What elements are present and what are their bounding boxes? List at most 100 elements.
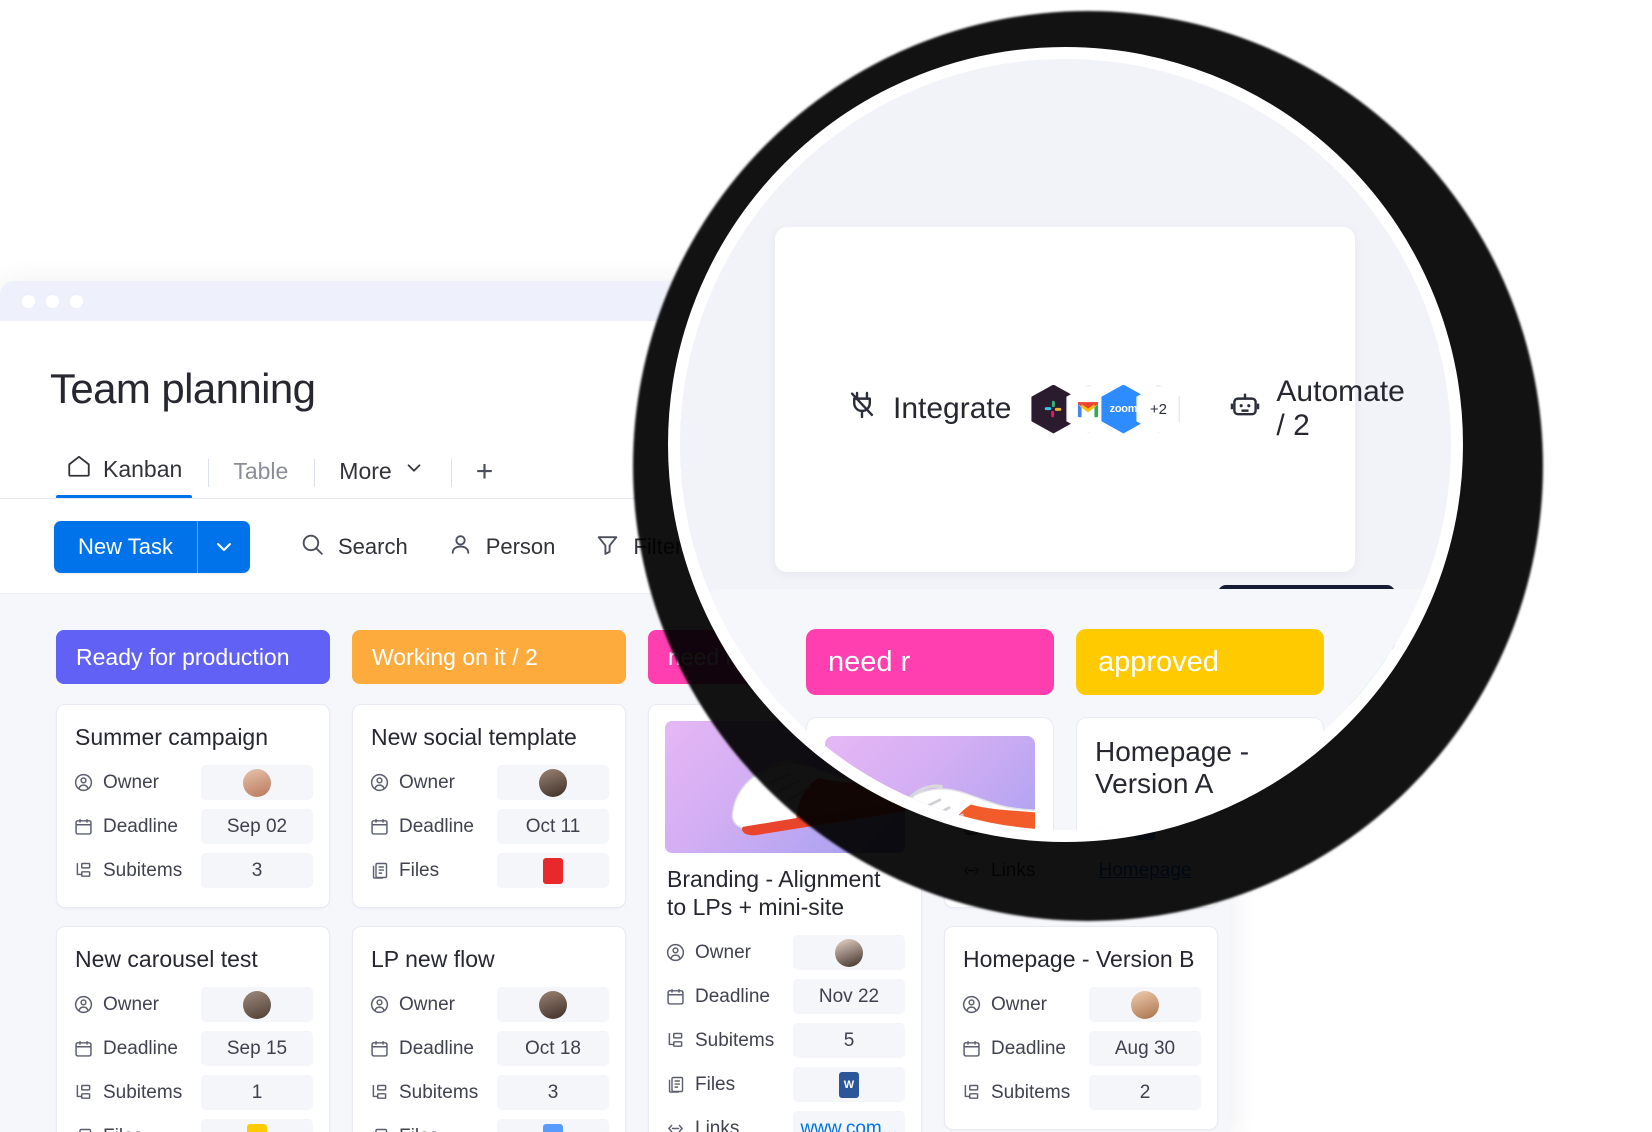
card-field-subitems[interactable]: Subitems 2 bbox=[961, 1075, 1201, 1111]
card-field-deadline[interactable]: Deadline Sep 02 bbox=[73, 809, 313, 845]
card-field-subitems[interactable]: Subitems 3 bbox=[369, 1075, 609, 1111]
card-field-deadline[interactable]: Deadline Aug 30 bbox=[961, 1031, 1201, 1067]
tab-table[interactable]: Table bbox=[223, 458, 310, 499]
kanban-card[interactable]: New social template Owner Deadline Oct 1… bbox=[352, 704, 626, 909]
card-field-value[interactable]: 1 bbox=[201, 1075, 313, 1111]
card-field-deadline[interactable]: Deadline Oct 18 bbox=[369, 1031, 609, 1067]
card-field-deadline[interactable]: Deadline Sep 15 bbox=[73, 1031, 313, 1067]
avatar bbox=[243, 768, 271, 797]
magnified-board: need r Branding - bbox=[708, 589, 1451, 830]
card-field-value[interactable] bbox=[201, 987, 313, 1023]
chevron-down-icon[interactable] bbox=[196, 521, 250, 573]
kanban-column-working-on-it: Working on it / 2 New social template Ow… bbox=[352, 630, 626, 1132]
magnified-column-approved: approved Homepage - Version A Owner File… bbox=[1076, 629, 1324, 830]
card-field-label: Deadline bbox=[103, 1037, 178, 1059]
tab-more[interactable]: More bbox=[329, 457, 446, 499]
card-field-owner[interactable]: Owner bbox=[73, 987, 313, 1023]
card-field-value[interactable] bbox=[201, 765, 313, 801]
kanban-card[interactable]: Branding - Alignment to LPs + mini-site bbox=[806, 717, 1054, 830]
tab-kanban-label: Kanban bbox=[103, 455, 183, 482]
card-field-value[interactable]: 5 bbox=[793, 1023, 905, 1059]
tab-kanban[interactable]: Kanban bbox=[56, 453, 204, 499]
subitems-icon bbox=[73, 1082, 103, 1103]
card-field-value[interactable] bbox=[1089, 987, 1201, 1023]
card-field-owner[interactable]: Owner bbox=[665, 935, 905, 971]
tab-more-label: More bbox=[339, 457, 392, 484]
search-button[interactable]: Search bbox=[280, 532, 428, 563]
calendar-icon bbox=[961, 1038, 991, 1059]
card-field-deadline[interactable]: Deadline Nov 22 bbox=[665, 979, 905, 1015]
window-dot-minimize[interactable] bbox=[46, 294, 59, 308]
avatar bbox=[539, 990, 567, 1019]
kanban-card[interactable]: Summer campaign Owner Deadline Sep 02 Su… bbox=[56, 704, 330, 909]
kanban-card[interactable]: New carousel test Owner Deadline Sep 15 … bbox=[56, 926, 330, 1132]
column-header[interactable]: Ready for production bbox=[56, 630, 330, 684]
card-field-value[interactable] bbox=[497, 853, 609, 889]
pdf-file-icon bbox=[543, 857, 563, 884]
new-task-label: New Task bbox=[78, 534, 173, 559]
automate-button[interactable]: Automate / 2 bbox=[1228, 375, 1405, 443]
word-file-icon: W bbox=[839, 1071, 859, 1098]
card-field-subitems[interactable]: Subitems 5 bbox=[665, 1023, 905, 1059]
column-header[interactable]: need r bbox=[806, 629, 1054, 695]
window-dot-close[interactable] bbox=[22, 294, 35, 308]
card-field-value[interactable]: W bbox=[793, 1067, 905, 1103]
card-field-owner[interactable]: Owner bbox=[73, 765, 313, 801]
tab-divider-2 bbox=[314, 459, 316, 487]
card-field-value[interactable]: Nov 22 bbox=[793, 979, 905, 1015]
new-task-button[interactable]: New Task bbox=[54, 521, 250, 573]
card-field-value[interactable] bbox=[793, 935, 905, 971]
card-field-owner[interactable]: Owner bbox=[369, 765, 609, 801]
card-field-label: Owner bbox=[991, 993, 1047, 1015]
person-filter-button[interactable]: Person bbox=[428, 532, 576, 563]
card-field-value[interactable]: Oct 18 bbox=[497, 1031, 609, 1067]
kanban-card[interactable]: Homepage - Version A Owner Files bbox=[1076, 717, 1324, 830]
card-field-subitems[interactable]: Subitems 1 bbox=[73, 1075, 313, 1111]
integration-avatars[interactable]: zoom +2 bbox=[1031, 384, 1181, 434]
person-label: Person bbox=[485, 534, 556, 559]
kanban-card[interactable]: LP new flow Owner Deadline Oct 18 Subite… bbox=[352, 926, 626, 1132]
card-field-owner[interactable]: Owner bbox=[369, 987, 609, 1023]
person-icon bbox=[73, 772, 103, 793]
card-field-value[interactable]: 3 bbox=[497, 1075, 609, 1111]
card-field-links[interactable]: Links www.com... bbox=[665, 1111, 905, 1132]
tab-divider-1 bbox=[208, 459, 210, 487]
card-field-value[interactable]: www.com... bbox=[793, 1111, 905, 1132]
card-field-value[interactable]: Oct 11 bbox=[497, 809, 609, 845]
magnified-column-need-review: need r Branding - bbox=[806, 629, 1054, 830]
card-field-value[interactable]: Sep 15 bbox=[201, 1031, 313, 1067]
card-link[interactable]: www.com... bbox=[800, 1118, 897, 1132]
card-field-subitems[interactable]: Subitems 3 bbox=[73, 853, 313, 889]
magnifier-lens: Integrate zoom +2 Automate / 2 need r ap… bbox=[668, 47, 1463, 842]
card-field-label: Subitems bbox=[103, 1081, 183, 1103]
magnified-header-card: Integrate zoom +2 Automate / 2 bbox=[775, 227, 1405, 705]
card-field-files[interactable]: Files bbox=[369, 853, 609, 889]
kanban-card[interactable]: Homepage - Version B Owner Deadline Aug … bbox=[944, 926, 1218, 1131]
card-field-value[interactable]: Sep 02 bbox=[201, 809, 313, 845]
card-field-deadline[interactable]: Deadline Oct 11 bbox=[369, 809, 609, 845]
card-title: Homepage - Version B bbox=[963, 946, 1195, 973]
card-field-value[interactable]: 3 bbox=[201, 853, 313, 889]
card-field-value[interactable] bbox=[201, 1119, 313, 1132]
card-field-owner[interactable]: Owner bbox=[961, 987, 1201, 1023]
column-header[interactable]: Working on it / 2 bbox=[352, 630, 626, 684]
integrate-button[interactable]: Integrate zoom +2 bbox=[845, 384, 1181, 434]
card-field-files[interactable]: Files W bbox=[665, 1067, 905, 1103]
column-header[interactable]: approved bbox=[1076, 629, 1324, 695]
card-field-value[interactable] bbox=[497, 987, 609, 1023]
person-icon bbox=[369, 994, 399, 1015]
card-field-value[interactable]: 2 bbox=[1089, 1075, 1201, 1111]
card-field-files[interactable]: Files bbox=[73, 1119, 313, 1132]
add-view-button[interactable]: + bbox=[466, 455, 504, 499]
card-field-files[interactable]: Files bbox=[369, 1119, 609, 1132]
card-field-value[interactable] bbox=[497, 1119, 609, 1132]
card-field-label: Owner bbox=[399, 993, 455, 1015]
plug-icon bbox=[845, 388, 879, 430]
window-dot-maximize[interactable] bbox=[70, 294, 83, 308]
card-field-label: Deadline bbox=[103, 815, 178, 837]
files-icon bbox=[369, 1126, 399, 1132]
card-field-value[interactable] bbox=[497, 765, 609, 801]
integrations-overflow[interactable]: +2 bbox=[1136, 384, 1181, 434]
image-file-icon bbox=[543, 1123, 563, 1132]
card-field-value[interactable]: Aug 30 bbox=[1089, 1031, 1201, 1067]
